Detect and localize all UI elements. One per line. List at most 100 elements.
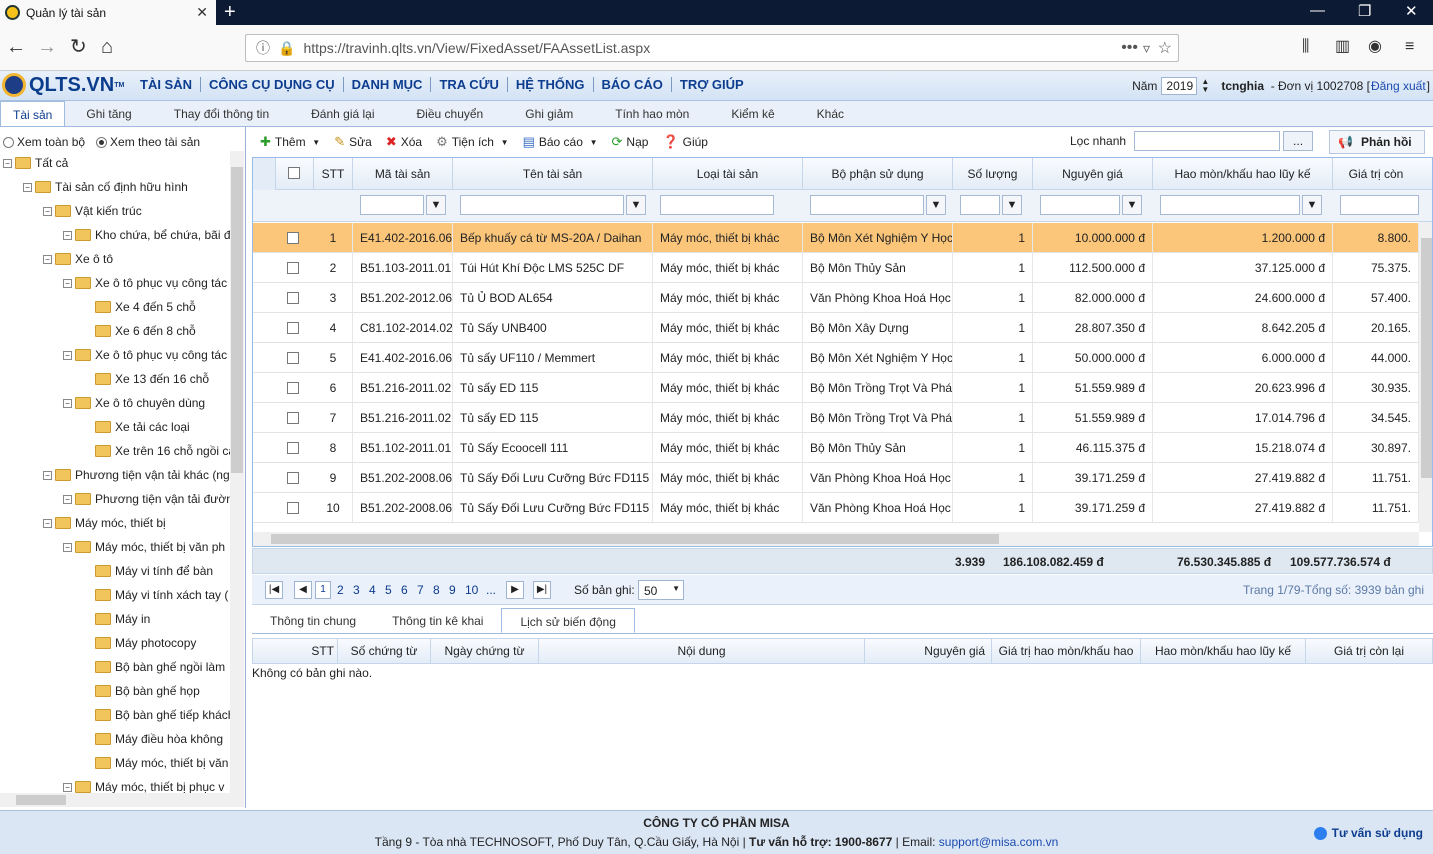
- tree-node[interactable]: Máy điều hòa không: [83, 727, 223, 751]
- table-row[interactable]: 6 B51.216-2011.02.T Tủ sấy ED 115 Máy móc, …: [253, 373, 1419, 403]
- restore-icon[interactable]: ❐: [1358, 2, 1371, 20]
- tree-node[interactable]: Máy vi tính để bàn: [83, 559, 213, 583]
- menu-danh-muc[interactable]: DANH MỤC: [344, 77, 432, 92]
- col-ma-tai-san[interactable]: Mã tài sản: [353, 158, 453, 190]
- browser-tab[interactable]: Quản lý tài sản ✕: [0, 0, 216, 25]
- page-6[interactable]: 6: [401, 583, 408, 597]
- collapse-icon[interactable]: −: [43, 470, 52, 480]
- grid-hscroll-thumb[interactable]: [271, 534, 999, 544]
- filter-icon[interactable]: ▼: [926, 195, 946, 215]
- sidebar-icon[interactable]: ▥: [1335, 33, 1350, 61]
- tree-node[interactable]: Bộ bàn ghế ngồi làm: [83, 655, 225, 679]
- filter-icon[interactable]: ▼: [626, 195, 646, 215]
- hcol-nguyen-gia[interactable]: Nguyên giá: [865, 639, 992, 663]
- url-bar[interactable]: ⓘ 🔒 https://travinh.qlts.vn/View/FixedAs…: [245, 34, 1179, 62]
- filter-icon[interactable]: ▼: [1122, 195, 1142, 215]
- col-loai-tai-san[interactable]: Loại tài sản: [653, 158, 803, 190]
- tree-hscroll-thumb[interactable]: [16, 795, 66, 805]
- row-checkbox[interactable]: [287, 322, 299, 334]
- page-10[interactable]: 10: [465, 583, 478, 597]
- hcol-gia-tri-hao-mon[interactable]: Giá trị hao mòn/khấu hao: [992, 639, 1141, 663]
- tree-node[interactable]: Máy in: [83, 607, 150, 631]
- tree-node[interactable]: Máy photocopy: [83, 631, 196, 655]
- tree-node[interactable]: − Phương tiện vận tải đường: [63, 487, 230, 511]
- edit-button[interactable]: ✎ Sửa: [334, 134, 372, 150]
- tree-horizontal-scrollbar[interactable]: [0, 793, 244, 807]
- view-all-radio[interactable]: Xem toàn bộ: [3, 132, 85, 152]
- collapse-icon[interactable]: −: [3, 158, 12, 168]
- collapse-icon[interactable]: −: [63, 230, 72, 240]
- col-so-luong[interactable]: Số lượng: [953, 158, 1033, 190]
- filter-ma-tai-san-input[interactable]: [360, 195, 424, 215]
- row-checkbox[interactable]: [287, 502, 299, 514]
- filter-ten-tai-san-input[interactable]: [460, 195, 624, 215]
- col-bo-phan-su-dung[interactable]: Bộ phận sử dụng: [803, 158, 953, 190]
- collapse-icon[interactable]: −: [63, 494, 72, 504]
- tree-node[interactable]: − Phương tiện vận tải khác (ng: [43, 463, 230, 487]
- filter-icon[interactable]: ▼: [426, 195, 446, 215]
- page-actions-icon[interactable]: •••: [1121, 39, 1138, 57]
- tab-danh-gia-lai[interactable]: Đánh giá lại: [290, 101, 395, 126]
- page-8[interactable]: 8: [433, 583, 440, 597]
- tab-dieu-chuyen[interactable]: Điều chuyển: [396, 101, 505, 126]
- next-page-button[interactable]: ▶: [506, 581, 524, 599]
- tab-tinh-hao-mon[interactable]: Tính hao mòn: [594, 101, 710, 126]
- tree-node[interactable]: − Vật kiến trúc: [43, 199, 142, 223]
- filter-hao-mon-input[interactable]: [1160, 195, 1300, 215]
- tree-node[interactable]: Máy móc, thiết bị văn: [83, 751, 228, 775]
- app-logo[interactable]: QLTS.VN TM: [2, 73, 124, 97]
- row-checkbox[interactable]: [287, 472, 299, 484]
- page-more[interactable]: ...: [486, 583, 496, 597]
- tree-vertical-scrollbar[interactable]: [230, 151, 244, 793]
- filter-icon[interactable]: ▼: [1302, 195, 1322, 215]
- support-email-link[interactable]: support@misa.com.vn: [939, 835, 1059, 849]
- tree-node[interactable]: − Máy móc, thiết bị văn ph: [63, 535, 225, 559]
- filter-icon[interactable]: ▼: [1002, 195, 1022, 215]
- collapse-icon[interactable]: −: [23, 182, 32, 192]
- row-checkbox[interactable]: [287, 292, 299, 304]
- first-page-button[interactable]: |◀: [265, 581, 283, 599]
- table-row[interactable]: 1 E41.402-2016.06.T Bếp khuấy cá từ MS-20A…: [253, 223, 1419, 253]
- delete-button[interactable]: ✖ Xóa: [386, 134, 422, 150]
- tree-node[interactable]: − Tất cả: [3, 151, 68, 175]
- collapse-icon[interactable]: −: [63, 278, 72, 288]
- table-row[interactable]: 4C81.102-2014.02.TTủ Sấy UNB400Máy móc, …: [253, 313, 1419, 343]
- page-5[interactable]: 5: [385, 583, 392, 597]
- menu-tra-cuu[interactable]: TRA CỨU: [431, 77, 508, 92]
- tab-kiem-ke[interactable]: Kiểm kê: [710, 101, 795, 126]
- forward-icon[interactable]: →: [37, 33, 57, 61]
- tree-node[interactable]: − Xe ô tô phục vụ công tác: [63, 271, 227, 295]
- tree-node[interactable]: − Máy móc, thiết bị: [43, 511, 166, 535]
- hcol-ngay-chung-tu[interactable]: Ngày chứng từ: [431, 639, 539, 663]
- collapse-icon[interactable]: −: [63, 542, 72, 552]
- tab-thay-doi-thong-tin[interactable]: Thay đổi thông tin: [153, 101, 290, 126]
- collapse-icon[interactable]: −: [43, 518, 52, 528]
- add-button[interactable]: ✚ Thêm ▼: [260, 134, 320, 150]
- collapse-icon[interactable]: −: [63, 398, 72, 408]
- quick-filter-button[interactable]: ...: [1283, 131, 1314, 151]
- table-row[interactable]: 9 B51.202-2008.06.T Tủ Sấy Đối Lưu Cưỡng B…: [253, 463, 1419, 493]
- tree-node[interactable]: Bộ bàn ghế họp: [83, 679, 200, 703]
- bookmark-star-icon[interactable]: ☆: [1158, 38, 1172, 58]
- view-by-asset-radio[interactable]: Xem theo tài sản: [96, 132, 200, 152]
- filter-loai-tai-san-input[interactable]: [660, 195, 774, 215]
- logout-link[interactable]: Đăng xuất: [1371, 79, 1426, 93]
- menu-cong-cu-dung-cu[interactable]: CÔNG CỤ DỤNG CỤ: [201, 77, 344, 92]
- load-button[interactable]: ⟳ Nạp: [612, 134, 649, 150]
- menu-bao-cao[interactable]: BÁO CÁO: [594, 77, 672, 92]
- grid-vscroll-thumb[interactable]: [1421, 238, 1432, 478]
- filter-so-luong-input[interactable]: [960, 195, 1000, 215]
- tab-lich-su-bien-dong[interactable]: Lịch sử biến động: [501, 608, 635, 633]
- library-icon[interactable]: ⫼: [1302, 33, 1309, 61]
- tab-ghi-tang[interactable]: Ghi tăng: [65, 101, 152, 126]
- col-ten-tai-san[interactable]: Tên tài sản: [453, 158, 653, 190]
- tree-node[interactable]: Xe 13 đến 16 chỗ: [83, 367, 209, 391]
- filter-gia-tri-con-input[interactable]: [1340, 195, 1419, 215]
- col-hao-mon[interactable]: Hao mòn/khấu hao lũy kế: [1153, 158, 1333, 190]
- utility-button[interactable]: ⚙ Tiện ích ▼: [436, 134, 509, 150]
- quick-filter-input[interactable]: [1134, 131, 1281, 151]
- feedback-button[interactable]: 📢 Phản hồi: [1329, 130, 1425, 154]
- grid-horizontal-scrollbar[interactable]: [253, 532, 1419, 546]
- tree-node[interactable]: Xe 6 đến 8 chỗ: [83, 319, 196, 343]
- hcol-hao-mon-luy-ke[interactable]: Hao mòn/khấu hao lũy kế: [1141, 639, 1306, 663]
